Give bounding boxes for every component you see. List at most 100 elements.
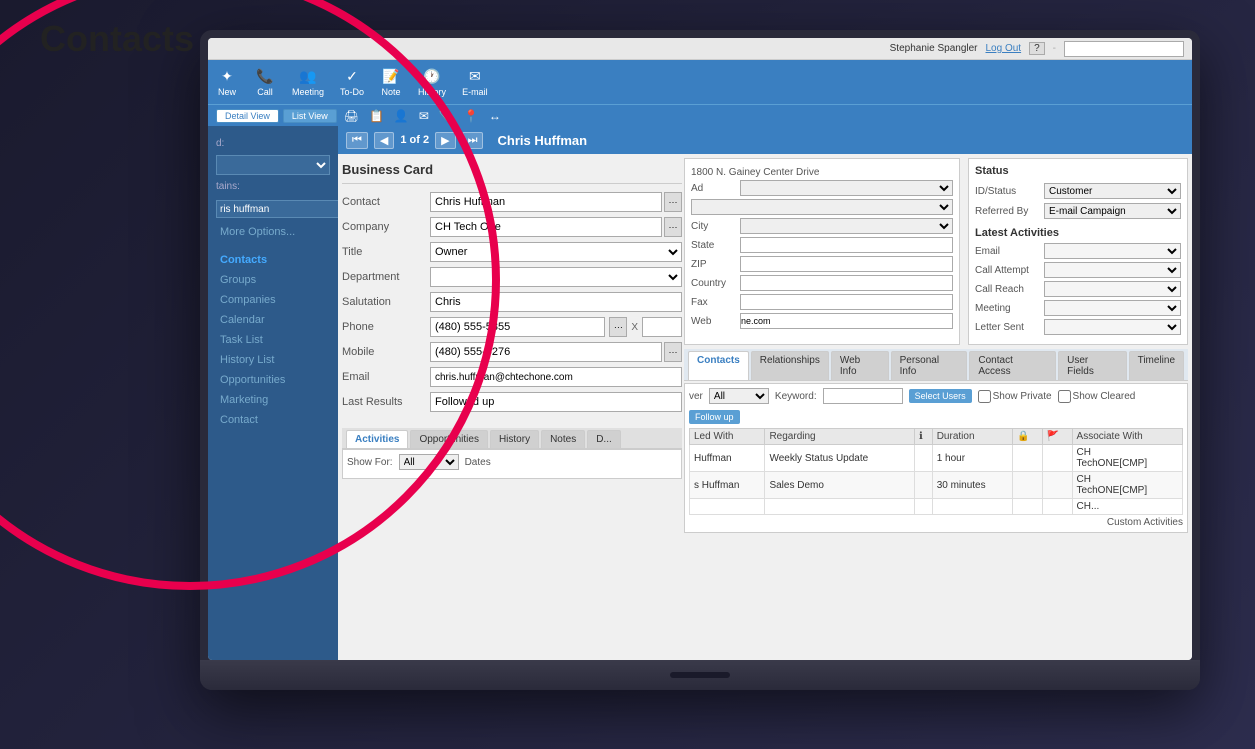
detail-view-btn[interactable]: Detail View bbox=[216, 109, 279, 123]
mail-icon[interactable]: ✉ bbox=[416, 109, 432, 123]
company-input[interactable] bbox=[430, 217, 662, 237]
sidebar-item-contact[interactable]: Contact bbox=[208, 410, 338, 430]
sub-tab-personalinfo[interactable]: Personal Info bbox=[891, 351, 968, 380]
attach-icon[interactable]: 📎 bbox=[436, 109, 457, 123]
activities-table: Led With Regarding ℹ Duration 🔒 🚩 Associ… bbox=[689, 428, 1183, 515]
assoc-cell-2[interactable]: CHTechONE[CMP] bbox=[1072, 472, 1182, 499]
sub-tab-contactaccess[interactable]: Contact Access bbox=[969, 351, 1056, 380]
country-input[interactable] bbox=[740, 275, 953, 291]
note-label: Note bbox=[382, 87, 401, 97]
tab-opportunities[interactable]: Opportunities bbox=[410, 430, 487, 448]
prev-record-btn[interactable]: ◀ bbox=[374, 132, 394, 149]
detail-panels: Business Card Contact ··· bbox=[338, 154, 1192, 660]
more-icon[interactable]: ↔ bbox=[486, 109, 504, 123]
assoc-cell-3[interactable]: CH... bbox=[1072, 499, 1182, 515]
follow-up-btn[interactable]: Follow up bbox=[689, 410, 740, 424]
web-label: Web bbox=[691, 316, 736, 327]
print-icon[interactable]: 🖨 bbox=[341, 109, 362, 123]
sidebar-item-groups[interactable]: Groups bbox=[208, 270, 338, 290]
view-select[interactable]: All bbox=[709, 388, 769, 404]
copy-icon[interactable]: 📋 bbox=[366, 109, 387, 123]
title-select[interactable]: Owner bbox=[430, 242, 682, 262]
tab-activities[interactable]: Activities bbox=[346, 430, 408, 448]
show-private-checkbox[interactable] bbox=[978, 390, 991, 403]
laptop-base bbox=[200, 660, 1200, 690]
contact-dots-btn[interactable]: ··· bbox=[664, 192, 682, 212]
mobile-input[interactable] bbox=[430, 342, 662, 362]
top-bar-search[interactable] bbox=[1064, 41, 1184, 57]
sidebar-item-contacts[interactable]: Contacts bbox=[208, 250, 338, 270]
contact-input[interactable] bbox=[430, 192, 662, 212]
assoc-cell-1[interactable]: CHTechONE[CMP] bbox=[1072, 445, 1182, 472]
tab-history[interactable]: History bbox=[490, 430, 539, 448]
todo-button[interactable]: ✓ To-Do bbox=[340, 67, 364, 97]
help-btn[interactable]: ? bbox=[1029, 42, 1045, 55]
contact-cell-3 bbox=[690, 499, 765, 515]
sidebar-item-opportunities[interactable]: Opportunities bbox=[208, 370, 338, 390]
contact-cell-1[interactable]: Huffman bbox=[690, 445, 765, 472]
regarding-cell-2[interactable]: Sales Demo bbox=[765, 472, 914, 499]
email-input[interactable] bbox=[430, 367, 682, 387]
email-button[interactable]: ✉ E-mail bbox=[462, 67, 488, 97]
sidebar-item-calendar[interactable]: Calendar bbox=[208, 310, 338, 330]
keyword-input[interactable] bbox=[823, 388, 903, 404]
phone-input[interactable] bbox=[430, 317, 605, 337]
note-button[interactable]: 📝 Note bbox=[380, 67, 402, 97]
contact-cell-2[interactable]: s Huffman bbox=[690, 472, 765, 499]
user-icon[interactable]: 👤 bbox=[391, 109, 412, 123]
id-status-select[interactable]: Customer bbox=[1044, 183, 1181, 199]
map-icon[interactable]: 📍 bbox=[461, 109, 482, 123]
sub-tab-timeline[interactable]: Timeline bbox=[1129, 351, 1184, 380]
first-record-btn[interactable]: ⏮ bbox=[346, 132, 368, 149]
salutation-input[interactable] bbox=[430, 292, 682, 312]
log-out-link[interactable]: Log Out bbox=[986, 43, 1022, 54]
new-icon: ✦ bbox=[216, 67, 238, 85]
call-button[interactable]: 📞 Call bbox=[254, 67, 276, 97]
meeting-button[interactable]: 👥 Meeting bbox=[292, 67, 324, 97]
tab-notes[interactable]: Notes bbox=[541, 430, 585, 448]
la-meeting-select[interactable] bbox=[1044, 300, 1181, 316]
sidebar-item-historylist[interactable]: History List bbox=[208, 350, 338, 370]
content-area: ⏮ ◀ 1 of 2 ▶ ⏭ Chris Huffman Business Ca… bbox=[338, 126, 1192, 660]
sidebar-item-marketing[interactable]: Marketing bbox=[208, 390, 338, 410]
flag-cell-3 bbox=[1042, 499, 1072, 515]
phone-ext-input[interactable] bbox=[642, 317, 682, 337]
sidebar-filter-select[interactable] bbox=[216, 155, 330, 175]
sub-tab-userfields[interactable]: User Fields bbox=[1058, 351, 1126, 380]
new-button[interactable]: ✦ New bbox=[216, 67, 238, 97]
sidebar-item-tasklist[interactable]: Task List bbox=[208, 330, 338, 350]
company-dots-btn[interactable]: ··· bbox=[664, 217, 682, 237]
state-input[interactable] bbox=[740, 237, 953, 253]
addr-select2[interactable] bbox=[691, 199, 953, 215]
sidebar-more-options[interactable]: More Options... bbox=[208, 222, 338, 242]
tab-more[interactable]: D... bbox=[587, 430, 621, 448]
mobile-dots-btn[interactable]: ··· bbox=[664, 342, 682, 362]
la-call-attempt-select[interactable] bbox=[1044, 262, 1181, 278]
lastresults-input[interactable] bbox=[430, 392, 682, 412]
next-record-btn[interactable]: ▶ bbox=[435, 132, 455, 149]
la-letter-select[interactable] bbox=[1044, 319, 1181, 335]
sidebar-search-input[interactable] bbox=[216, 200, 356, 218]
sub-tab-contacts[interactable]: Contacts bbox=[688, 351, 749, 380]
fax-input[interactable] bbox=[740, 294, 953, 310]
city-select[interactable] bbox=[740, 218, 953, 234]
list-view-btn[interactable]: List View bbox=[283, 109, 337, 123]
separator: - bbox=[1053, 43, 1056, 54]
sub-tab-relationships[interactable]: Relationships bbox=[751, 351, 829, 380]
department-select[interactable] bbox=[430, 267, 682, 287]
la-email-select[interactable] bbox=[1044, 243, 1181, 259]
sidebar-item-companies[interactable]: Companies bbox=[208, 290, 338, 310]
phone-dots-btn[interactable]: ··· bbox=[609, 317, 627, 337]
history-button[interactable]: 🕐 History bbox=[418, 67, 446, 97]
last-record-btn[interactable]: ⏭ bbox=[462, 132, 484, 149]
regarding-cell-1[interactable]: Weekly Status Update bbox=[765, 445, 914, 472]
show-for-select[interactable]: All bbox=[399, 454, 459, 470]
show-cleared-checkbox[interactable] bbox=[1058, 390, 1071, 403]
addr-select[interactable] bbox=[740, 180, 953, 196]
la-call-reach-select[interactable] bbox=[1044, 281, 1181, 297]
zip-input[interactable] bbox=[740, 256, 953, 272]
referred-by-select[interactable]: E-mail Campaign bbox=[1044, 203, 1181, 219]
sub-tab-webinfo[interactable]: Web Info bbox=[831, 351, 889, 380]
select-users-btn[interactable]: Select Users bbox=[909, 389, 972, 403]
web-input[interactable] bbox=[740, 313, 953, 329]
